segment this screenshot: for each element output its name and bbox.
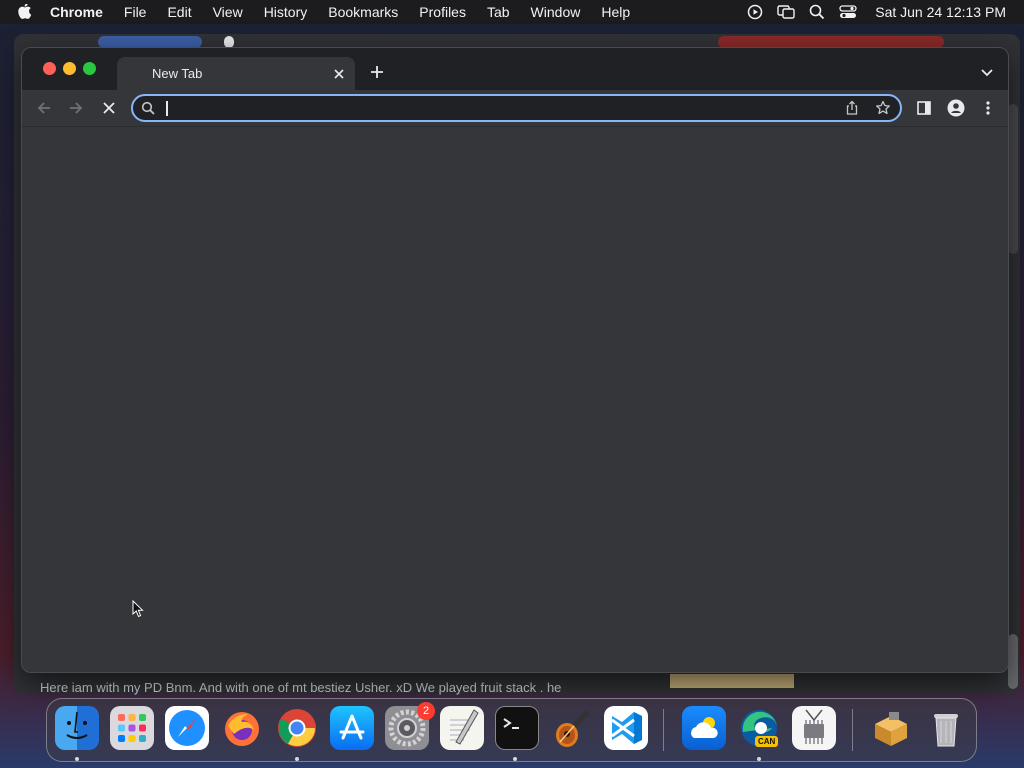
tab-strip: New Tab <box>22 48 1008 90</box>
screen-mirroring-icon[interactable] <box>777 4 795 20</box>
more-menu-icon[interactable] <box>978 98 998 118</box>
status-area: Sat Jun 24 12:13 PM <box>747 0 1006 24</box>
window-close-button[interactable] <box>43 62 56 75</box>
share-icon[interactable] <box>844 100 860 116</box>
dock-vscode-icon[interactable] <box>604 706 648 750</box>
menu-file[interactable]: File <box>124 4 147 20</box>
mouse-cursor-icon <box>132 599 144 618</box>
dock-weather-icon[interactable] <box>682 706 726 750</box>
search-icon <box>141 101 156 116</box>
dock-separator <box>852 709 853 751</box>
background-scrollbar[interactable] <box>1008 104 1018 254</box>
menu-profiles[interactable]: Profiles <box>419 4 466 20</box>
screen-record-icon[interactable] <box>747 4 763 20</box>
dock: 2 CAN <box>46 698 977 762</box>
back-button[interactable] <box>34 98 54 118</box>
dock-firefox-icon[interactable] <box>220 706 264 750</box>
dock-running-indicator <box>75 757 79 761</box>
toolbar <box>22 90 1008 126</box>
menu-history[interactable]: History <box>264 4 308 20</box>
menu-window[interactable]: Window <box>531 4 581 20</box>
address-bar[interactable] <box>131 94 902 122</box>
bookmark-star-icon[interactable] <box>875 100 891 116</box>
profile-avatar-icon[interactable] <box>946 98 966 118</box>
menu-tab[interactable]: Tab <box>487 4 510 20</box>
notification-badge: 2 <box>417 702 435 720</box>
dock-trash-icon[interactable] <box>924 706 968 750</box>
tab-close-icon[interactable] <box>331 66 347 82</box>
dock-running-indicator <box>513 757 517 761</box>
dock-textedit-icon[interactable] <box>440 706 484 750</box>
dock-launchpad-icon[interactable] <box>110 706 154 750</box>
dock-system-settings-icon[interactable]: 2 <box>385 702 435 750</box>
dock-system-information-icon[interactable] <box>792 706 836 750</box>
dock-separator <box>663 709 664 751</box>
tab-title: New Tab <box>152 66 203 81</box>
dock-running-indicator <box>757 757 761 761</box>
menu-bar: Chrome File Edit View History Bookmarks … <box>0 0 1024 24</box>
forward-button[interactable] <box>66 98 86 118</box>
dock-terminal-icon[interactable] <box>495 706 539 750</box>
tab-new-tab[interactable]: New Tab <box>117 57 355 90</box>
address-input[interactable] <box>163 98 813 118</box>
new-tab-button[interactable] <box>368 63 386 81</box>
menu-edit[interactable]: Edit <box>167 4 191 20</box>
tab-search-chevron-icon[interactable] <box>980 65 996 77</box>
apple-menu-icon[interactable] <box>18 3 36 21</box>
menu-clock[interactable]: Sat Jun 24 12:13 PM <box>875 4 1006 20</box>
dock-installer-icon[interactable] <box>869 706 913 750</box>
canary-label: CAN <box>755 736 779 747</box>
window-maximize-button[interactable] <box>83 62 96 75</box>
dock-garageband-icon[interactable] <box>550 706 594 750</box>
stop-loading-button[interactable] <box>99 98 119 118</box>
menu-view[interactable]: View <box>213 4 243 20</box>
menu-bookmarks[interactable]: Bookmarks <box>328 4 398 20</box>
control-center-icon[interactable] <box>839 4 857 20</box>
spotlight-icon[interactable] <box>809 4 825 20</box>
background-thumbnail <box>670 674 794 688</box>
dock-running-indicator <box>295 757 299 761</box>
dock-edge-canary-icon[interactable]: CAN <box>737 706 781 750</box>
background-tab-strip <box>14 34 1020 48</box>
background-scrollbar-thumb[interactable] <box>1008 634 1018 689</box>
page-content <box>22 126 1008 672</box>
side-panel-icon[interactable] <box>914 98 934 118</box>
text-caret <box>166 101 168 116</box>
dock-safari-icon[interactable] <box>165 706 209 750</box>
menu-help[interactable]: Help <box>601 4 630 20</box>
dock-finder-icon[interactable] <box>55 706 99 750</box>
window-minimize-button[interactable] <box>63 62 76 75</box>
dock-chrome-icon[interactable] <box>275 706 319 750</box>
dock-app-store-icon[interactable] <box>330 706 374 750</box>
background-caption: Here iam with my PD Bnm. And with one of… <box>40 680 562 695</box>
chrome-window: New Tab <box>21 47 1009 673</box>
menu-app-name[interactable]: Chrome <box>50 4 103 20</box>
